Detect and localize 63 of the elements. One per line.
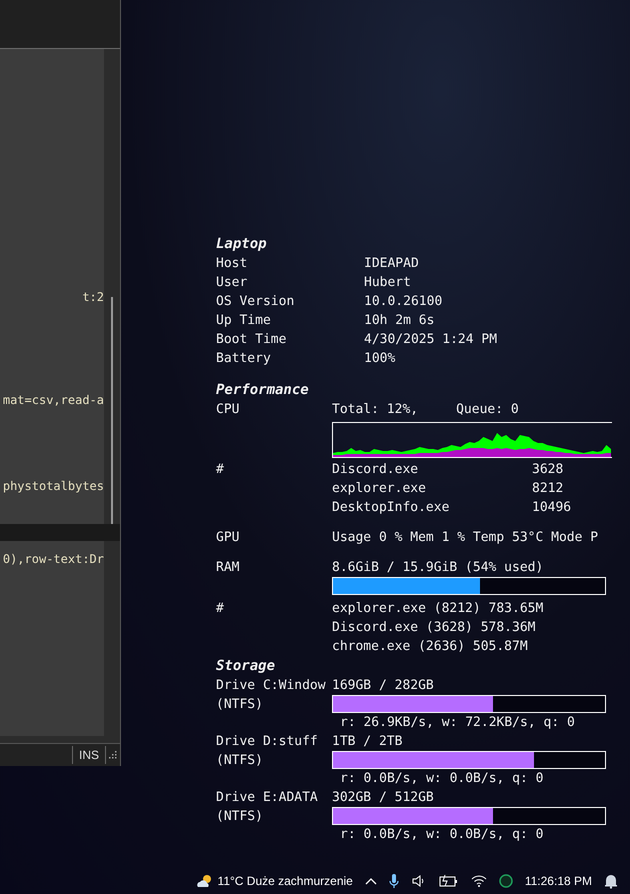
info-value: 10h 2m 6s [364,312,434,330]
process-id: 8212 [532,480,564,498]
drive-name: Drive D:stuff [216,733,319,751]
drive-usage: 302GB / 512GB [332,789,435,807]
info-label: GPU [216,530,240,545]
cpu-total: Total: 12%, [332,401,418,419]
info-value: Hubert [364,274,411,292]
insert-mode-status: INS [72,746,106,764]
info-label: # [216,462,224,477]
ram-usage: 8.6GiB / 15.9GiB (54% used) [332,559,544,577]
drive-io-stats: r: 0.0B/s, w: 0.0B/s, q: 0 [339,826,544,844]
process-memory: explorer.exe (8212) 783.65M [332,600,544,618]
code-line: mat=csv,read-a [2,392,104,408]
info-label: Host [216,256,248,271]
battery-charging-icon[interactable] [438,874,459,888]
scrollbar[interactable] [104,49,120,524]
info-label: Boot Time [216,332,286,347]
info-label: OS Version [216,294,294,309]
scrollbar[interactable] [104,541,120,736]
info-value: 4/30/2025 1:24 PM [364,331,498,349]
code-line: t:2 [82,289,104,305]
process-id: 3628 [532,461,564,479]
code-line: phystotalbytes [2,478,104,494]
file-system: (NTFS) [216,696,264,714]
chevron-up-icon[interactable] [364,876,377,886]
file-system: (NTFS) [216,752,264,770]
info-value: IDEAPAD [364,255,419,273]
info-label: Up Time [216,313,271,328]
drive-name: Drive C:Window [216,677,327,695]
process-name: explorer.exe [332,480,427,498]
weather-text[interactable]: 11°C Duże zachmurzenie [218,872,353,890]
process-id: 10496 [532,499,572,517]
drive-io-stats: r: 0.0B/s, w: 0.0B/s, q: 0 [339,770,544,788]
process-memory: Discord.exe (3628) 578.36M [332,619,536,637]
drive-usage: 1TB / 2TB [332,733,404,751]
info-label: Battery [216,351,271,366]
drive-name: Drive E:ADATA [216,789,319,807]
status-circle-icon[interactable] [498,874,513,888]
weather-icon[interactable] [196,873,214,889]
info-label: CPU [216,402,240,417]
microphone-icon[interactable] [388,873,399,889]
file-system: (NTFS) [216,808,264,826]
process-memory: chrome.exe (2636) 505.87M [332,638,529,656]
process-name: DesktopInfo.exe [332,499,450,517]
info-label: # [216,601,224,616]
process-name: Discord.exe [332,461,420,479]
section-heading: Performance [216,381,310,400]
drive-usage: 169GB / 282GB [332,677,435,695]
notification-bell-icon[interactable] [604,873,618,889]
cpu-queue: Queue: 0 [456,401,519,419]
info-value: 100% [364,350,396,368]
info-value: 10.0.26100 [364,293,442,311]
clock-time[interactable]: 11:26:18 PM [524,872,592,890]
section-heading: Storage [216,657,276,676]
info-label: RAM [216,560,240,575]
horizontal-scrollbar[interactable] [0,736,120,743]
code-line: 0),row-text:Dr [2,551,104,567]
info-label: User [216,275,248,290]
drive-io-stats: r: 26.9KB/s, w: 72.2KB/s, q: 0 [339,714,576,732]
gpu-stats: Usage 0 % Mem 1 % Temp 53°C Mode P [332,529,598,547]
section-heading: Laptop [216,235,268,254]
resize-grip-icon[interactable] [109,751,117,759]
wifi-icon[interactable] [470,875,487,887]
